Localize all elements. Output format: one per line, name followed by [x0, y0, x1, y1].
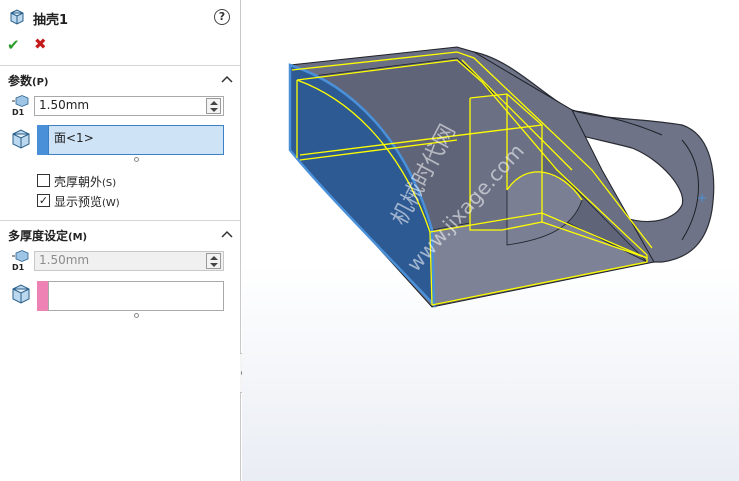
- divider: [0, 65, 240, 66]
- spin-down-icon[interactable]: [210, 108, 218, 112]
- multi-thickness-group-title[interactable]: 多厚度设定(M): [8, 227, 87, 244]
- multi-thickness-input[interactable]: 1.50mm: [34, 251, 224, 271]
- faces-to-remove-list[interactable]: 面<1>: [48, 125, 224, 155]
- shell-preview-model[interactable]: [242, 0, 739, 481]
- spin-up-icon[interactable]: [210, 256, 218, 260]
- svg-text:D1: D1: [12, 108, 25, 117]
- resize-grip-icon[interactable]: [134, 313, 139, 318]
- graphics-viewport[interactable]: 机械时代网 www.jixage.com: [242, 0, 739, 481]
- shell-outward-checkbox[interactable]: [37, 174, 50, 187]
- help-icon[interactable]: ?: [214, 9, 230, 25]
- shell-feature-icon: [10, 9, 24, 25]
- shell-thickness-input[interactable]: 1.50mm: [34, 96, 224, 116]
- faces-color-swatch: [37, 125, 48, 155]
- face-selection-icon: [12, 284, 30, 304]
- cancel-x-icon[interactable]: ✖: [34, 35, 47, 53]
- show-preview-checkbox[interactable]: ✓: [37, 194, 50, 207]
- shell-outward-label: 壳厚朝外(S): [54, 175, 117, 189]
- panel-header: 抽壳1 ? ✔ ✖: [0, 0, 240, 62]
- multi-thickness-spinner[interactable]: [206, 253, 221, 269]
- thickness-dimension-icon: D1: [12, 250, 29, 272]
- property-manager-panel: 抽壳1 ? ✔ ✖ 参数(P) D1 1.50mm 面<1> 壳厚朝外(S) ✓: [0, 0, 241, 481]
- collapse-chevron-icon[interactable]: [221, 74, 233, 84]
- parameters-group-title[interactable]: 参数(P): [8, 72, 49, 89]
- face-selection-icon: [12, 129, 30, 149]
- show-preview-label: 显示预览(W): [54, 195, 120, 209]
- spin-down-icon[interactable]: [210, 263, 218, 267]
- resize-grip-icon[interactable]: [134, 157, 139, 162]
- thickness-dimension-icon: D1: [12, 95, 29, 117]
- spin-up-icon[interactable]: [210, 101, 218, 105]
- divider: [0, 220, 240, 221]
- multi-thickness-faces-list[interactable]: [48, 281, 224, 311]
- thickness-spinner[interactable]: [206, 98, 221, 114]
- svg-text:D1: D1: [12, 263, 25, 272]
- ok-checkmark-icon[interactable]: ✔: [7, 36, 20, 54]
- feature-title: 抽壳1: [33, 13, 69, 28]
- collapse-chevron-icon[interactable]: [221, 229, 233, 239]
- multi-faces-color-swatch: [37, 281, 48, 311]
